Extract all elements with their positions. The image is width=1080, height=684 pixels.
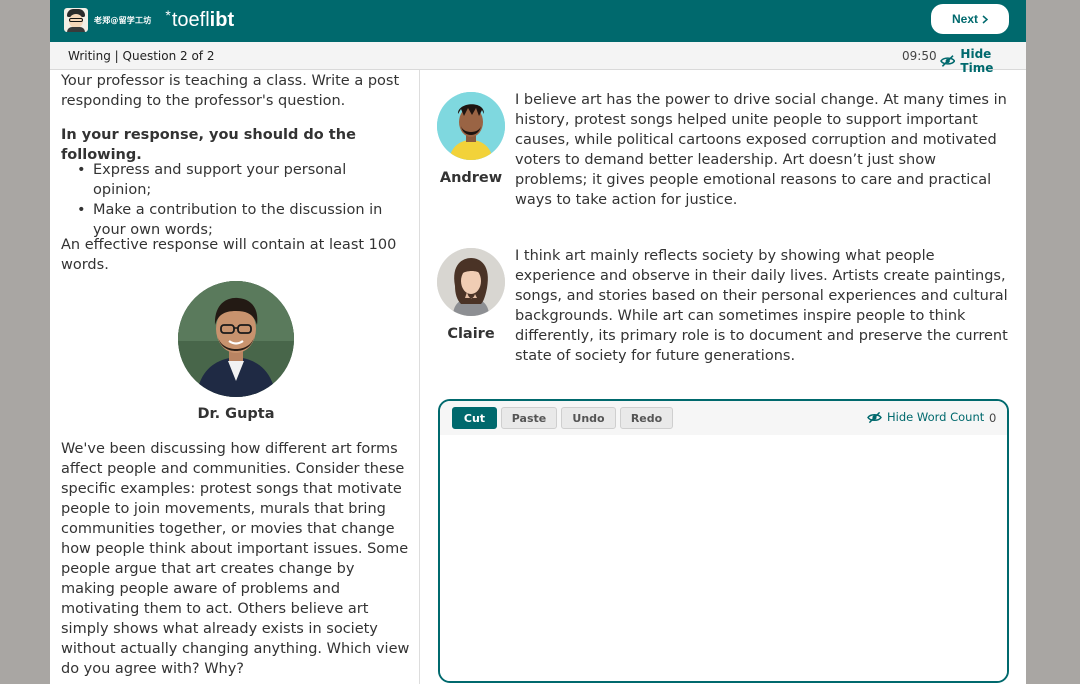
andrew-avatar bbox=[437, 92, 505, 160]
hide-word-count-label: Hide Word Count bbox=[887, 410, 985, 424]
paste-button[interactable]: Paste bbox=[501, 407, 557, 429]
logo-star: * bbox=[165, 6, 171, 23]
word-count: 0 bbox=[989, 411, 997, 425]
app-window: 老郑@留学工坊 * toefl ibt Next Writing | Quest… bbox=[50, 0, 1026, 684]
toefl-ibt-logo: * toefl ibt bbox=[165, 6, 235, 32]
professor-avatar bbox=[178, 281, 294, 397]
andrew-name: Andrew bbox=[439, 170, 503, 186]
question-status-bar: Writing | Question 2 of 2 09:50 Hide Tim… bbox=[50, 42, 1026, 75]
timer: 09:50 bbox=[902, 49, 937, 63]
redo-button[interactable]: Redo bbox=[620, 407, 673, 429]
word-requirement: An effective response will contain at le… bbox=[61, 237, 397, 273]
eye-off-icon bbox=[867, 411, 882, 423]
task-heading: In your response, you should do the foll… bbox=[61, 127, 356, 163]
brand-avatar-icon bbox=[64, 8, 88, 32]
professor-post: We've been discussing how different art … bbox=[61, 441, 410, 677]
cut-button[interactable]: Cut bbox=[452, 407, 497, 429]
prompt-panel: Your professor is teaching a class. Writ… bbox=[50, 70, 420, 684]
eye-off-icon bbox=[940, 55, 956, 67]
claire-name: Claire bbox=[447, 326, 495, 342]
logo-ibt: ibt bbox=[209, 8, 235, 31]
response-editor: Cut Paste Undo Redo Hide Word Count 0 bbox=[438, 399, 1009, 683]
top-bar: 老郑@留学工坊 * toefl ibt Next bbox=[50, 0, 1026, 42]
undo-button[interactable]: Undo bbox=[561, 407, 616, 429]
claire-post-text: I think art mainly reflects society by s… bbox=[515, 248, 1008, 364]
section-label: Writing | Question 2 of 2 bbox=[68, 49, 215, 63]
student-post-andrew: Andrew I believe art has the power to dr… bbox=[421, 90, 1026, 220]
task-list: Express and support your personal opinio… bbox=[77, 160, 402, 240]
claire-avatar bbox=[437, 248, 505, 316]
next-button[interactable]: Next bbox=[931, 4, 1009, 34]
next-label: Next bbox=[951, 12, 978, 26]
chevron-right-icon bbox=[982, 14, 988, 24]
hide-word-count-button[interactable]: Hide Word Count bbox=[867, 410, 984, 424]
brand: 老郑@留学工坊 * toefl ibt bbox=[64, 6, 234, 34]
task-item: Make a contribution to the discussion in… bbox=[77, 200, 402, 240]
professor-name: Dr. Gupta bbox=[197, 406, 275, 422]
student-post-claire: Claire I think art mainly reflects socie… bbox=[421, 246, 1026, 376]
editor-toolbar: Cut Paste Undo Redo Hide Word Count 0 bbox=[440, 401, 1007, 435]
discussion-panel: Andrew I believe art has the power to dr… bbox=[421, 70, 1026, 684]
brand-name: 老郑@留学工坊 bbox=[94, 15, 152, 25]
response-textarea[interactable] bbox=[440, 435, 1007, 681]
logo-toefl: toefl bbox=[171, 8, 210, 31]
task-item: Express and support your personal opinio… bbox=[77, 160, 402, 200]
prompt-intro: Your professor is teaching a class. Writ… bbox=[61, 73, 400, 109]
andrew-post-text: I believe art has the power to drive soc… bbox=[515, 92, 1007, 208]
